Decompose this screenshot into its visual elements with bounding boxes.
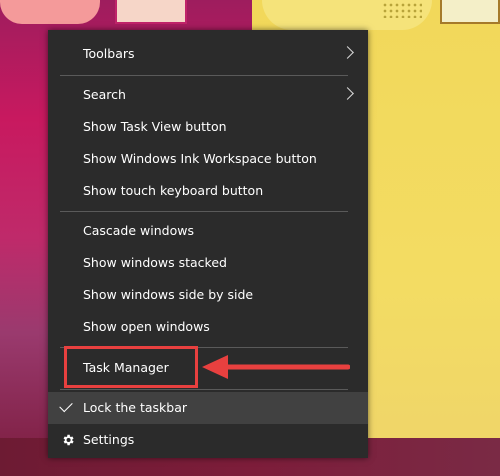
menu-item-show-windows-stacked[interactable]: Show windows stacked: [48, 247, 368, 279]
menu-item-show-task-view[interactable]: Show Task View button: [48, 111, 368, 143]
checkmark-icon: [59, 398, 73, 413]
menu-item-label: Show Windows Ink Workspace button: [83, 151, 317, 166]
task-manager-highlight-box: [64, 346, 198, 388]
menu-item-label: Search: [83, 87, 126, 102]
menu-item-toolbars[interactable]: Toolbars: [48, 38, 368, 70]
menu-item-label: Lock the taskbar: [83, 400, 188, 415]
menu-item-show-touch-keyboard[interactable]: Show touch keyboard button: [48, 175, 368, 207]
chevron-right-icon: [341, 46, 354, 59]
menu-item-cascade-windows[interactable]: Cascade windows: [48, 215, 368, 247]
menu-item-label: Show windows side by side: [83, 287, 254, 302]
wallpaper-decoration: [0, 0, 100, 24]
wallpaper-decoration: [115, 0, 187, 24]
gear-icon: [63, 434, 74, 446]
wallpaper-decoration: [440, 0, 500, 24]
pointer-arrow-icon: [202, 355, 350, 379]
menu-item-search[interactable]: Search: [48, 79, 368, 111]
menu-item-label: Toolbars: [83, 46, 135, 61]
menu-item-lock-taskbar[interactable]: Lock the taskbar: [48, 392, 368, 424]
menu-separator: [60, 75, 348, 76]
menu-item-label: Settings: [83, 432, 135, 447]
menu-item-label: Show windows stacked: [83, 255, 227, 270]
wallpaper-decoration: [382, 2, 422, 18]
chevron-right-icon: [341, 87, 354, 100]
taskbar-context-menu: Toolbars Search Show Task View button Sh…: [48, 30, 368, 458]
menu-item-label: Show touch keyboard button: [83, 183, 264, 198]
menu-item-show-open-windows[interactable]: Show open windows: [48, 311, 368, 343]
menu-item-label: Show open windows: [83, 319, 210, 334]
menu-item-label: Show Task View button: [83, 119, 227, 134]
menu-separator: [60, 211, 348, 212]
menu-separator: [60, 389, 348, 390]
menu-item-label: Cascade windows: [83, 223, 194, 238]
menu-item-settings[interactable]: Settings: [48, 424, 368, 456]
menu-item-show-ink-workspace[interactable]: Show Windows Ink Workspace button: [48, 143, 368, 175]
menu-item-show-windows-side-by-side[interactable]: Show windows side by side: [48, 279, 368, 311]
